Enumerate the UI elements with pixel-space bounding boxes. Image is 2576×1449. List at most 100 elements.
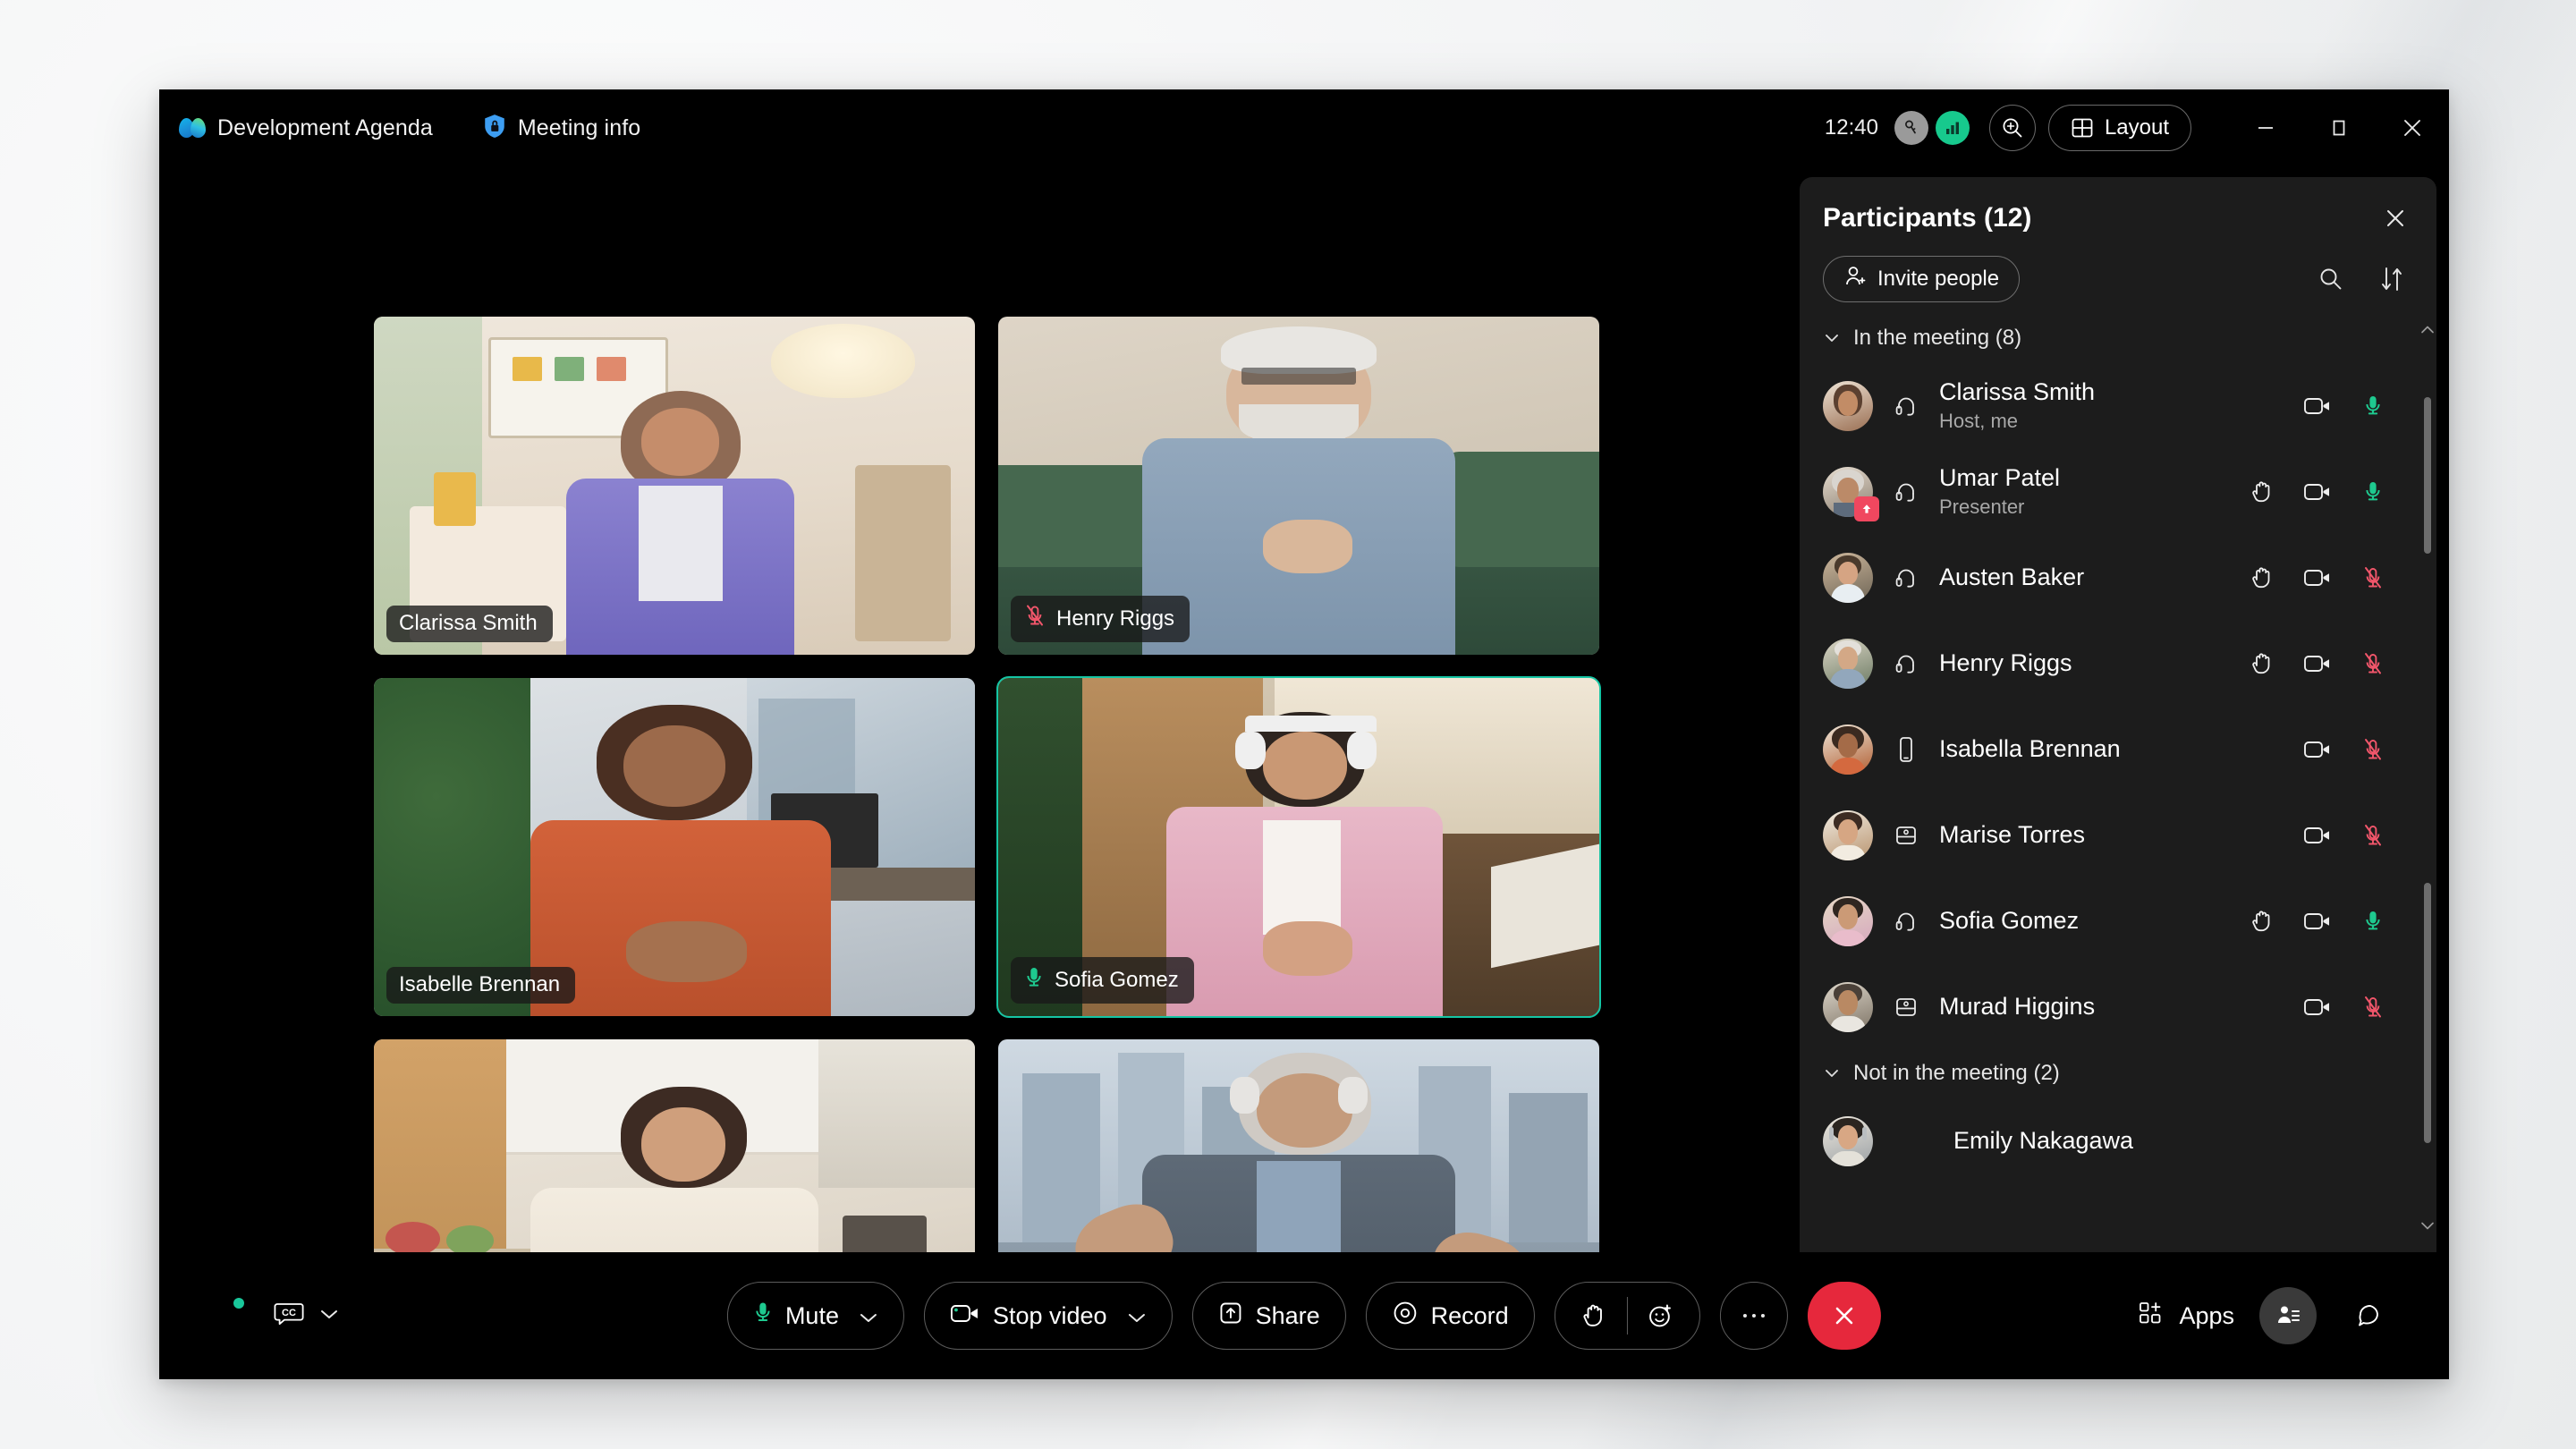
key-icon[interactable] (1894, 111, 1928, 145)
record-button[interactable]: Record (1365, 1282, 1535, 1350)
mic-muted-icon[interactable] (2345, 650, 2401, 677)
stop-video-label: Stop video (992, 1301, 1107, 1329)
desk-device-icon (1885, 822, 1927, 849)
participant-row[interactable]: Umar Patel Presenter (1800, 449, 2428, 535)
end-call-button[interactable] (1808, 1282, 1882, 1350)
participants-button[interactable] (2259, 1287, 2317, 1344)
participant-row[interactable]: Sofia Gomez (1800, 878, 2428, 964)
chevron-down-icon (1826, 1070, 1838, 1077)
participant-row[interactable]: Murad Higgins (1800, 964, 2428, 1050)
assistant-status-dot (233, 1298, 244, 1309)
close-button[interactable] (2376, 89, 2449, 166)
scrollbar-thumb[interactable] (2424, 397, 2431, 554)
participant-row[interactable]: Isabella Brennan (1800, 707, 2428, 792)
share-button[interactable]: Share (1191, 1282, 1346, 1350)
chevron-down-icon (1826, 335, 1838, 342)
video-on-icon[interactable] (2290, 567, 2345, 589)
video-on-icon[interactable] (2290, 825, 2345, 846)
video-tile-henry-riggs[interactable]: Henry Riggs (998, 317, 1599, 655)
participants-panel-actions: Invite people (1800, 245, 2436, 315)
sort-icon[interactable] (2374, 261, 2410, 297)
person-add-icon (1843, 265, 1867, 294)
chat-button[interactable] (2342, 1287, 2399, 1344)
webex-assistant-button[interactable] (200, 1296, 247, 1335)
video-on-icon[interactable] (2290, 739, 2345, 760)
meeting-control-bar: CC Mute Stop video Share Record Apps (159, 1252, 2449, 1379)
video-stage: Clarissa Smith Henry Riggs Isabelle Bren… (159, 166, 1823, 1377)
participant-name: Emily Nakagawa (1953, 1127, 2134, 1155)
video-on-icon[interactable] (2290, 911, 2345, 932)
scroll-down-icon[interactable] (2420, 1220, 2435, 1234)
mic-muted-icon[interactable] (2345, 822, 2401, 849)
avatar (1823, 381, 1873, 431)
participants-scrollbar[interactable] (2420, 324, 2435, 1234)
participant-name: Henry Riggs (1939, 649, 2072, 677)
video-on-icon[interactable] (2290, 481, 2345, 503)
chevron-down-icon[interactable] (859, 1302, 878, 1330)
video-tile-clarissa-smith[interactable]: Clarissa Smith (374, 317, 975, 655)
group-label: In the meeting (8) (1853, 326, 2022, 350)
close-icon[interactable] (2377, 200, 2413, 236)
share-label: Share (1255, 1301, 1320, 1329)
participant-name: Clarissa Smith (1939, 378, 2096, 406)
participant-row[interactable]: Austen Baker (1800, 535, 2428, 621)
scrollbar-track[interactable] (2424, 345, 2431, 1213)
chat-icon (2359, 1305, 2378, 1326)
scroll-up-icon[interactable] (2420, 324, 2435, 338)
more-options-button[interactable] (1720, 1282, 1789, 1350)
participant-role: Presenter (1939, 496, 2025, 519)
meeting-info-button[interactable]: Meeting info (483, 114, 640, 143)
mic-on-icon[interactable] (2345, 908, 2401, 935)
apps-button[interactable]: Apps (2138, 1300, 2234, 1333)
apps-icon (2138, 1300, 2165, 1333)
webex-meeting-window: Development Agenda Meeting info 12:40 La… (159, 89, 2449, 1379)
group-header-not-in-the-meeting[interactable]: Not in the meeting (2) (1800, 1050, 2428, 1098)
meeting-title-item[interactable]: Development Agenda (179, 115, 433, 141)
reactions-button[interactable] (1628, 1283, 1694, 1349)
mic-muted-icon[interactable] (2345, 994, 2401, 1021)
stop-video-button[interactable]: Stop video (923, 1282, 1173, 1350)
participant-row[interactable]: Clarissa Smith Host, me (1800, 363, 2428, 449)
avatar (1823, 1116, 1873, 1166)
zoom-in-button[interactable] (1988, 105, 2036, 151)
tile-participant-name: Henry Riggs (1056, 606, 1175, 631)
closed-captions-button[interactable]: CC (274, 1301, 340, 1332)
participant-name: Isabella Brennan (1939, 735, 2121, 763)
mic-muted-icon[interactable] (2345, 564, 2401, 591)
participant-row[interactable]: Henry Riggs (1800, 621, 2428, 707)
avatar (1823, 639, 1873, 689)
tile-name-badge: Sofia Gomez (1011, 957, 1194, 1004)
scrollbar-thumb-lower[interactable] (2424, 883, 2431, 1144)
layout-button[interactable]: Layout (2047, 105, 2191, 151)
search-icon[interactable] (2313, 261, 2349, 297)
headset-icon (1885, 479, 1927, 505)
signal-bars-icon[interactable] (1935, 111, 1970, 145)
video-on-icon[interactable] (2290, 653, 2345, 674)
video-tile-sofia-gomez[interactable]: Sofia Gomez (996, 676, 1601, 1018)
chevron-down-icon[interactable] (318, 1307, 340, 1326)
participant-name: Umar Patel (1939, 464, 2061, 492)
apps-label: Apps (2179, 1301, 2234, 1329)
video-tile-isabelle-brennan[interactable]: Isabelle Brennan (374, 678, 975, 1016)
invite-people-button[interactable]: Invite people (1823, 256, 2021, 302)
mic-on-icon[interactable] (2345, 393, 2401, 419)
clock: 12:40 (1824, 115, 1878, 140)
tile-name-badge: Clarissa Smith (386, 606, 553, 642)
video-on-icon[interactable] (2290, 996, 2345, 1018)
participants-list[interactable]: In the meeting (8) Clarissa Smith Host, … (1800, 315, 2436, 1240)
video-on-icon[interactable] (2290, 395, 2345, 417)
participants-icon (2278, 1306, 2300, 1323)
video-on-icon (950, 1301, 980, 1331)
minimize-button[interactable] (2229, 89, 2302, 166)
raise-hand-button[interactable] (1561, 1283, 1627, 1349)
mic-muted-icon[interactable] (2345, 736, 2401, 763)
raise-hand-icon (2234, 908, 2290, 935)
mic-on-icon[interactable] (2345, 479, 2401, 505)
group-header-in-the-meeting[interactable]: In the meeting (8) (1800, 315, 2428, 363)
participant-row[interactable]: Marise Torres (1800, 792, 2428, 878)
participant-row[interactable]: Emily Nakagawa (1800, 1098, 2428, 1184)
maximize-button[interactable] (2302, 89, 2376, 166)
avatar (1823, 553, 1873, 603)
chevron-down-icon[interactable] (1127, 1302, 1147, 1330)
mute-button[interactable]: Mute (726, 1282, 904, 1350)
